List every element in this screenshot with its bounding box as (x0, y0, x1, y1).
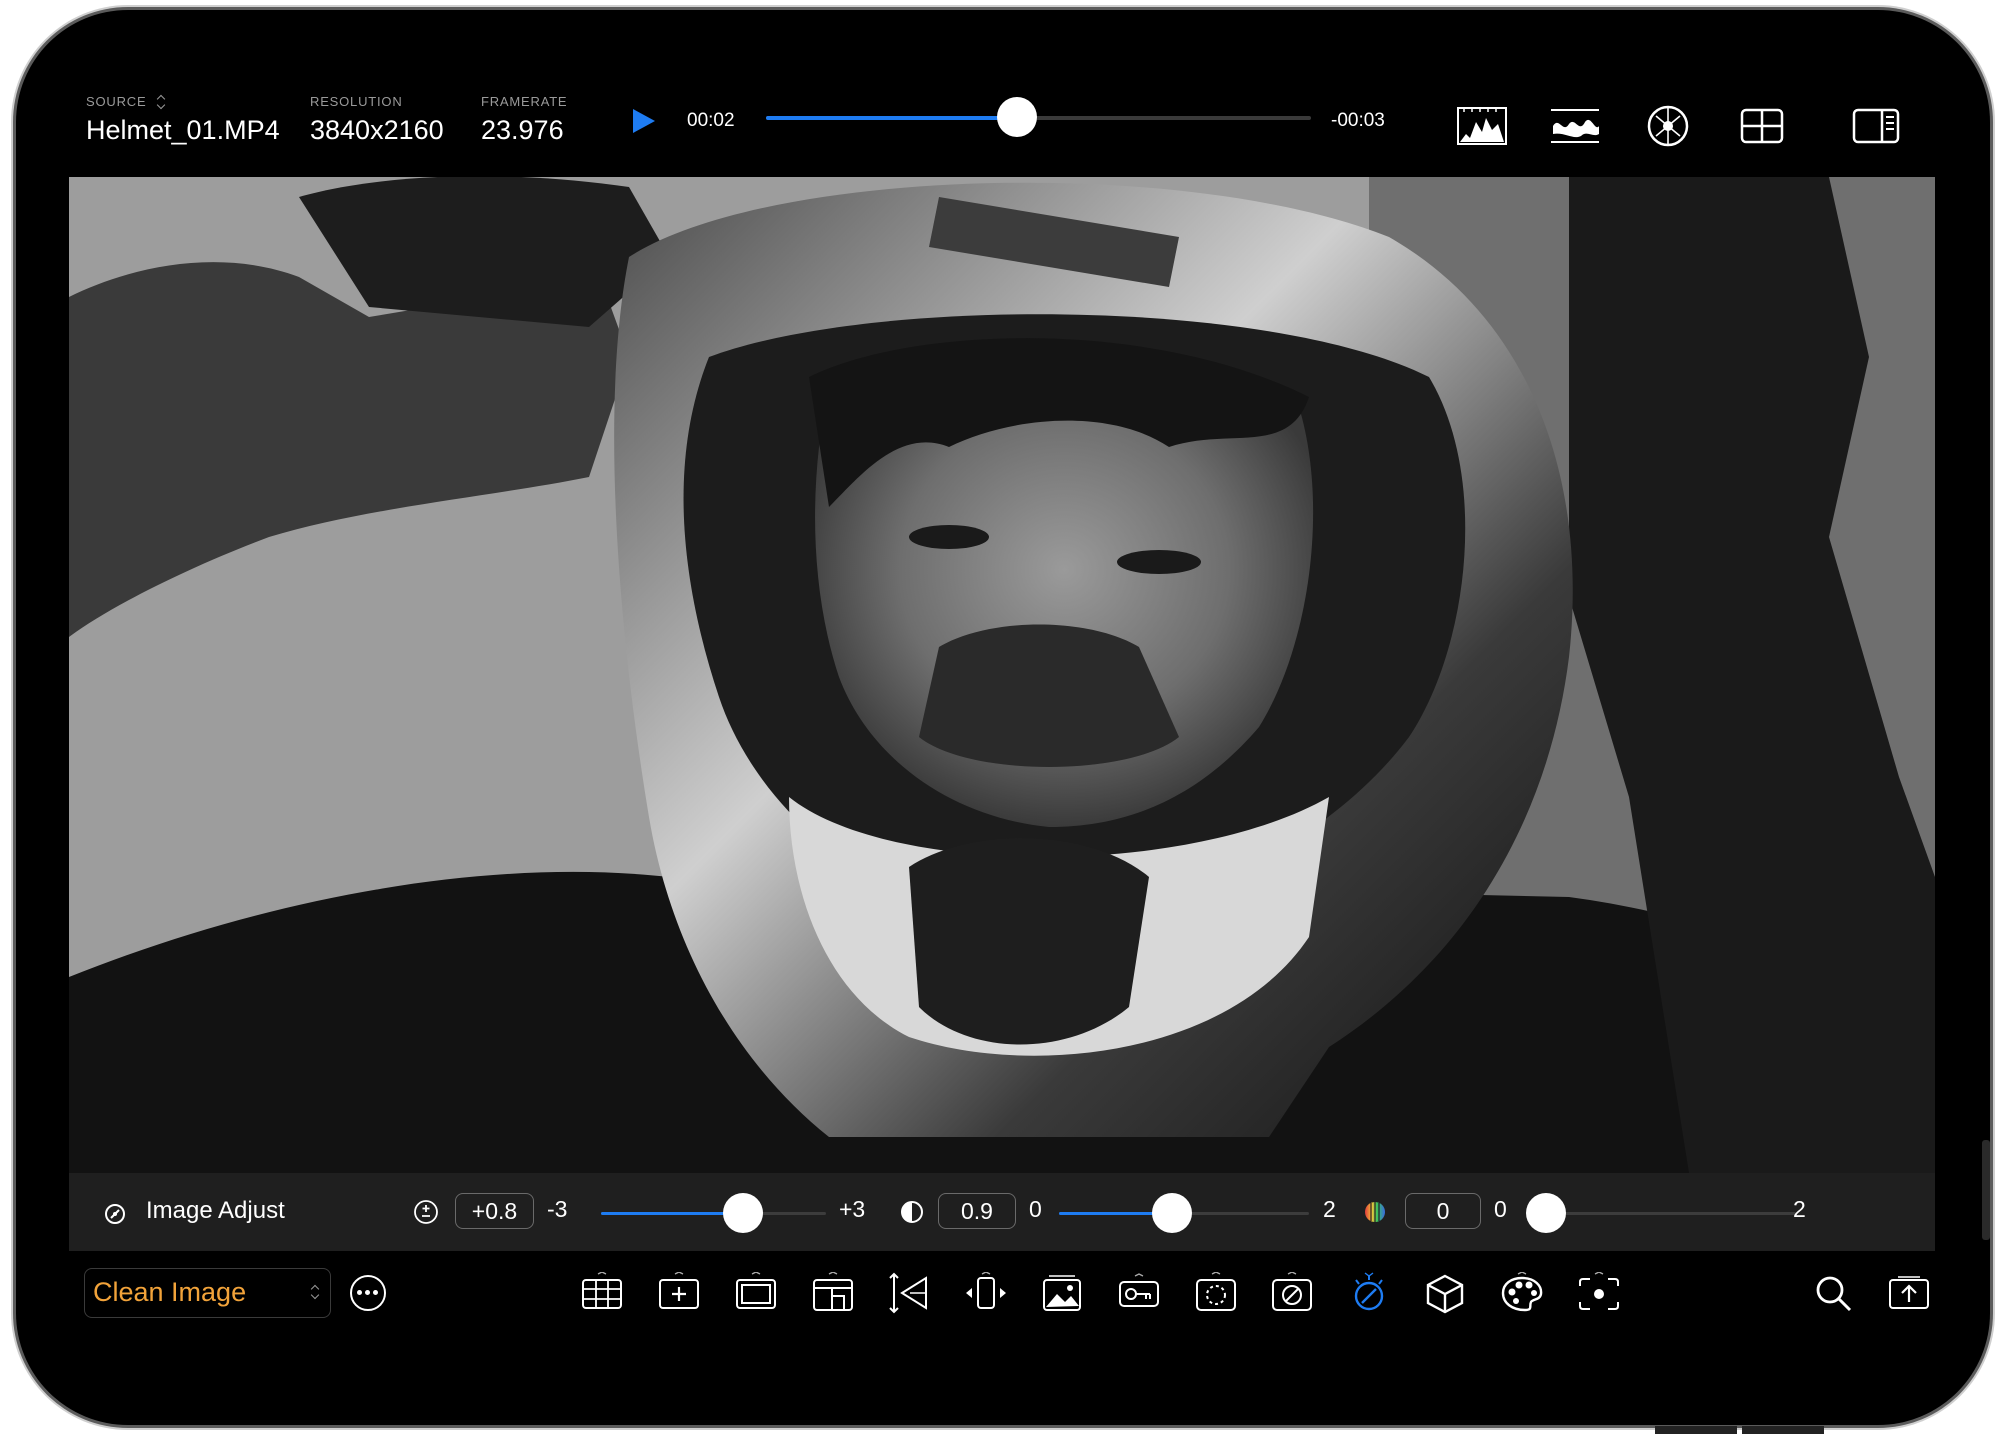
histogram-icon[interactable] (1456, 104, 1508, 148)
vectorscope-icon[interactable] (1642, 104, 1694, 148)
image-adjust-bar: Image Adjust +0.8 -3 +3 0.9 0 2 0 0 2 (69, 1173, 1935, 1251)
spot-meter-icon[interactable] (1576, 1271, 1622, 1314)
resolution-label: RESOLUTION (310, 94, 403, 109)
image-adjust-title: Image Adjust (146, 1197, 285, 1224)
image-adjust-icon[interactable] (1346, 1272, 1392, 1314)
focus-peaking-icon[interactable] (1193, 1271, 1239, 1314)
saturation-min: 0 (1494, 1196, 1507, 1222)
remaining-time: -00:03 (1331, 110, 1385, 131)
search-icon[interactable] (1810, 1272, 1856, 1314)
exposure-max: +3 (839, 1196, 866, 1222)
false-color-icon[interactable] (1116, 1272, 1162, 1314)
exposure-icon (414, 1200, 438, 1224)
saturation-slider[interactable] (1526, 1193, 1796, 1233)
framerate-value: 23.976 (481, 115, 564, 145)
framerate-label: FRAMERATE (481, 94, 568, 109)
contrast-slider[interactable] (1059, 1193, 1309, 1233)
contrast-value[interactable]: 0.9 (938, 1193, 1016, 1229)
source-chevron-icon[interactable] (156, 95, 166, 109)
framerate-info: FRAMERATE 23.976 (481, 94, 567, 146)
contrast-slider-knob[interactable] (1151, 1193, 1192, 1233)
image-adjust-icon (105, 1204, 125, 1224)
exposure-slider[interactable] (601, 1193, 826, 1233)
contrast-min: 0 (1029, 1196, 1042, 1222)
exposure-slider-knob[interactable] (723, 1193, 764, 1233)
exposure-min: -3 (547, 1196, 568, 1222)
dot (357, 1290, 362, 1295)
source-label: SOURCE (86, 94, 147, 109)
device-edge-detail (1742, 1426, 1824, 1434)
resolution-info: RESOLUTION 3840x2160 (310, 94, 444, 146)
sidebar-panel-icon[interactable] (1850, 104, 1902, 148)
flip-icon[interactable] (963, 1271, 1009, 1314)
saturation-value[interactable]: 0 (1405, 1193, 1481, 1229)
exposure-slider-fill (601, 1212, 744, 1215)
export-icon[interactable] (1886, 1272, 1932, 1314)
zebra-icon[interactable] (1269, 1271, 1315, 1314)
contrast-max: 2 (1323, 1196, 1336, 1222)
scrubber-knob[interactable] (996, 97, 1037, 137)
saturation-icon (1365, 1202, 1385, 1222)
grid-overlay-icon[interactable] (579, 1271, 625, 1314)
play-button[interactable] (633, 109, 655, 133)
tablet-frame: SOURCE Helmet_01.MP4 RESOLUTION 3840x216… (16, 10, 1990, 1425)
contrast-icon (901, 1201, 923, 1223)
scrubber[interactable] (766, 97, 1311, 137)
center-marker-icon[interactable] (656, 1271, 702, 1314)
source-info[interactable]: SOURCE Helmet_01.MP4 (86, 94, 280, 146)
saturation-max: 2 (1793, 1196, 1806, 1222)
lut-cube-icon[interactable] (1422, 1272, 1468, 1314)
dot (373, 1290, 378, 1295)
grid-layout-icon[interactable] (1736, 104, 1788, 148)
safe-area-icon[interactable] (810, 1271, 856, 1314)
video-preview[interactable] (69, 177, 1935, 1173)
elapsed-time: 00:02 (687, 110, 735, 131)
saturation-slider-knob[interactable] (1526, 1193, 1566, 1233)
resolution-value: 3840x2160 (310, 115, 444, 145)
side-button (1982, 1140, 1990, 1240)
device-edge-detail (1655, 1426, 1737, 1434)
exposure-value[interactable]: +0.8 (455, 1193, 534, 1229)
preset-label: Clean Image (93, 1277, 247, 1307)
scrubber-progress (766, 116, 1017, 120)
anamorphic-icon[interactable] (886, 1272, 932, 1314)
dot (365, 1290, 370, 1295)
preset-chevron-icon (310, 1285, 320, 1299)
frame-guide-icon[interactable] (733, 1271, 779, 1314)
video-frame-image (69, 177, 1935, 1173)
top-bar: SOURCE Helmet_01.MP4 RESOLUTION 3840x216… (16, 10, 1990, 180)
more-options-button[interactable] (350, 1275, 386, 1311)
source-value: Helmet_01.MP4 (86, 115, 280, 145)
image-overlay-icon[interactable] (1039, 1272, 1085, 1314)
color-palette-icon[interactable] (1499, 1271, 1545, 1314)
waveform-icon[interactable] (1549, 104, 1601, 148)
preset-selector[interactable]: Clean Image (84, 1268, 331, 1318)
